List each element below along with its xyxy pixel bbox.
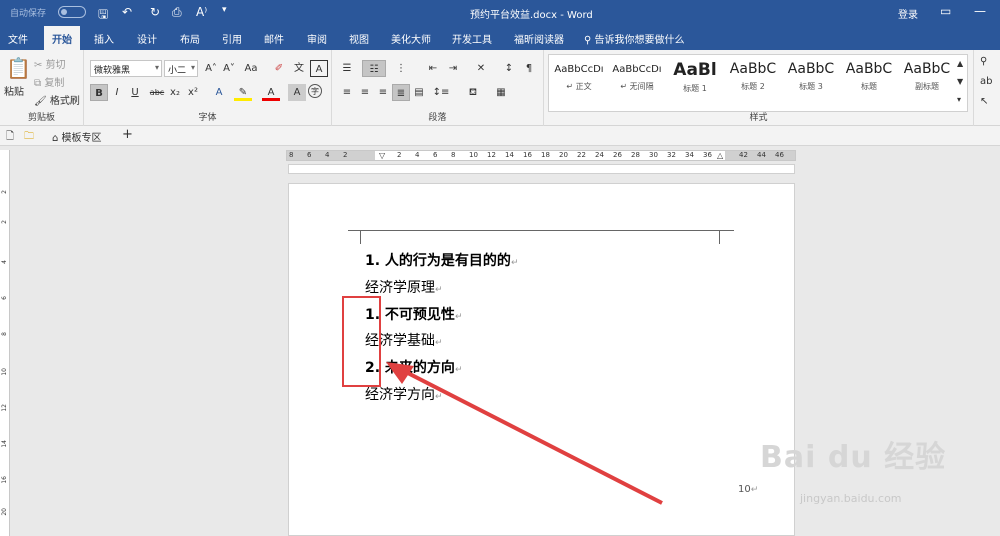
- watermark-logo: Bai du 经验: [760, 440, 947, 475]
- watermark-url: jingyan.baidu.com: [800, 492, 902, 505]
